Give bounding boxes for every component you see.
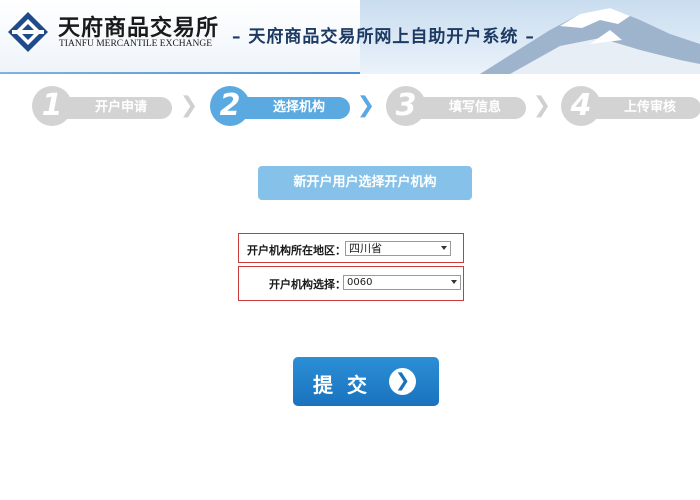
step-number: 1 (32, 86, 72, 126)
region-selected-value: 四川省 (349, 242, 382, 255)
step-number: 3 (386, 86, 426, 126)
logo-chinese-name: 天府商品交易所 (58, 15, 220, 41)
institution-label: 开户机构选择： (269, 278, 346, 291)
section-title: 新开户用户选择开户机构 (258, 166, 472, 200)
arrow-right-circle-icon: ❯ (389, 368, 416, 395)
submit-button[interactable]: 提交 ❯ (293, 357, 439, 406)
logo: 天府商品交易所 TIANFU MERCANTILE EXCHANGE (6, 8, 236, 58)
page-title: – 天府商品交易所网上自助开户系统 – (232, 27, 535, 47)
logo-english-name: TIANFU MERCANTILE EXCHANGE (59, 39, 213, 49)
step-indicator: 1 开户申请 ❯ 2 选择机构 ❯ 3 填写信息 ❯ 4 上传审核 (0, 82, 700, 132)
region-row: 开户机构所在地区： 四川省 (238, 233, 464, 263)
dropdown-arrow-icon (441, 246, 447, 250)
institution-select[interactable]: 0060 (343, 275, 461, 290)
dropdown-arrow-icon (451, 280, 457, 284)
region-select[interactable]: 四川省 (345, 241, 451, 256)
step-label: 填写信息 (418, 97, 526, 119)
step-label: 上传审核 (593, 97, 700, 119)
header: 天府商品交易所 TIANFU MERCANTILE EXCHANGE – 天府商… (0, 0, 700, 74)
submit-label: 提交 (313, 373, 381, 397)
chevron-right-icon: ❯ (532, 93, 552, 118)
step-label: 开户申请 (64, 97, 172, 119)
step-number: 2 (210, 86, 250, 126)
logo-mark-icon (8, 12, 48, 52)
institution-selected-value: 0060 (347, 277, 373, 288)
step-number: 4 (561, 86, 601, 126)
chevron-right-icon: ❯ (179, 93, 199, 118)
institution-row: 开户机构选择： 0060 (238, 266, 464, 301)
region-label: 开户机构所在地区： (247, 244, 346, 257)
step-label: 选择机构 (242, 97, 350, 119)
chevron-right-icon: ❯ (356, 93, 376, 118)
